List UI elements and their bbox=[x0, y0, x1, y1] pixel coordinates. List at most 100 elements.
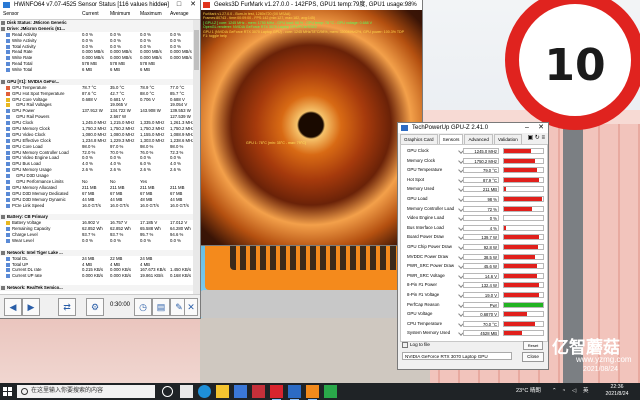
file-explorer-icon[interactable] bbox=[216, 385, 229, 398]
sensor-label: Memory Used bbox=[407, 186, 435, 192]
network-icon[interactable]: ⇄ bbox=[58, 298, 76, 316]
sensor-graph bbox=[503, 244, 544, 250]
report-icon[interactable]: ▤ bbox=[152, 298, 170, 316]
minimize-icon[interactable]: – bbox=[158, 0, 172, 10]
gpuz-sensor-row[interactable]: PerfCap Reason Pwr bbox=[403, 301, 545, 309]
menu-icon[interactable]: ≡ bbox=[541, 135, 545, 141]
sensor-icon bbox=[6, 156, 10, 161]
furmark-info-line: GPU 1 (NVIDIA GeForce RTX 3070 Laptop GP… bbox=[203, 29, 405, 34]
hwinfo-taskbar-icon[interactable] bbox=[270, 385, 283, 400]
close-sensors-icon[interactable]: ✕ bbox=[184, 298, 198, 316]
gpuz-sensor-row[interactable]: CPU Temperature 70.0 °C bbox=[403, 320, 545, 328]
tab-advanced[interactable]: Advanced bbox=[464, 134, 493, 144]
close-button[interactable]: Close bbox=[522, 352, 544, 362]
gpuz-sensor-row[interactable]: Memory Used 211 MB bbox=[403, 185, 545, 193]
reset-button[interactable]: Reset bbox=[523, 341, 543, 350]
sensor-graph bbox=[503, 330, 544, 337]
scrollbar-thumb[interactable] bbox=[194, 30, 199, 70]
sensor-label: Memory Controller Load bbox=[407, 205, 455, 211]
gpuz-sensor-row[interactable]: PWR_SRC Voltage 14.6 V bbox=[403, 272, 545, 280]
weather-widget[interactable]: 23°C 晴朗 bbox=[516, 383, 541, 400]
furmark-titlebar[interactable]: Geeks3D FurMark v1.27.0.0 - 142FPS, GPU1… bbox=[200, 0, 422, 10]
hwinfo-sensor-list[interactable]: Disk Status: JMicron Generic Drive: JMicr… bbox=[0, 20, 193, 294]
col-sensor[interactable]: Sensor bbox=[3, 10, 19, 19]
gpuz-sensor-row[interactable]: Video Engine Load 0 % bbox=[403, 214, 545, 222]
hwinfo-titlebar[interactable]: HWiNFO64 v7.07-4525 Sensor Status [116 v… bbox=[0, 0, 200, 10]
sensor-graph bbox=[503, 272, 544, 279]
hwinfo-window[interactable]: HWiNFO64 v7.07-4525 Sensor Status [116 v… bbox=[0, 0, 200, 318]
col-minimum[interactable]: Minimum bbox=[110, 10, 130, 19]
sensor-label: PWR_SRC Voltage bbox=[407, 272, 445, 278]
tab-validation[interactable]: Validation bbox=[493, 134, 522, 144]
tray-chevron-icon[interactable]: ⌃ bbox=[552, 383, 557, 400]
volume-icon[interactable]: ◁ bbox=[572, 383, 576, 400]
edge-icon[interactable] bbox=[198, 385, 211, 398]
taskbar-clock[interactable]: 22:36 2021/8/24 bbox=[596, 384, 638, 398]
close-icon[interactable]: ✕ bbox=[534, 123, 548, 133]
mail-icon[interactable] bbox=[252, 385, 265, 398]
gpuz-app-icon bbox=[401, 125, 408, 131]
log-to-file-checkbox[interactable]: Log to file bbox=[402, 342, 430, 348]
sensor-value: 1750.2 MHz bbox=[463, 157, 499, 164]
wifi-icon[interactable]: ◔ bbox=[562, 383, 565, 400]
gpuz-sensor-row[interactable]: MVDDC Power Draw 38.5 W bbox=[403, 253, 545, 261]
minimize-icon[interactable]: – bbox=[520, 123, 534, 133]
gpuz-tabs: Graphics Card Sensors Advanced Validation bbox=[400, 134, 523, 144]
gpuz-sensor-row[interactable]: PWR_SRC Power Draw 45.6 W bbox=[403, 262, 545, 270]
sensor-graph-fill bbox=[504, 254, 536, 259]
gpuz-sensor-row[interactable]: Bus Interface Load 4 % bbox=[403, 224, 545, 232]
furmark-window[interactable]: Geeks3D FurMark v1.27.0.0 - 142FPS, GPU1… bbox=[200, 0, 422, 245]
sensor-graph bbox=[503, 311, 544, 318]
col-average[interactable]: Average bbox=[170, 10, 189, 19]
close-icon[interactable]: ✕ bbox=[186, 0, 200, 10]
sensor-graph bbox=[503, 282, 544, 289]
gpuz-sensor-row[interactable]: Memory Clock 1750.2 MHz bbox=[403, 157, 545, 165]
clock-icon[interactable]: ◷ bbox=[134, 298, 152, 316]
sensor-graph-fill bbox=[504, 293, 540, 297]
store-icon[interactable] bbox=[234, 385, 247, 398]
gpuz-taskbar-icon[interactable] bbox=[288, 385, 301, 400]
maximize-icon[interactable]: □ bbox=[172, 0, 186, 10]
sensor-graph-fill bbox=[504, 302, 543, 307]
camera-icon[interactable]: ▣ bbox=[527, 135, 533, 141]
gpuz-sensor-row[interactable]: GPU Clock 1245.0 MHz bbox=[403, 147, 545, 155]
gpuz-sensor-row[interactable]: System Memory Used 4528 MB bbox=[403, 329, 545, 337]
gpu-select[interactable]: NVIDIA GeForce RTX 3070 Laptop GPU bbox=[402, 352, 512, 360]
gpuz-sensor-row[interactable]: Hot Spot 87.9 °C bbox=[403, 176, 545, 184]
furmark-taskbar-icon[interactable] bbox=[306, 385, 319, 400]
sensor-label: System Memory Used bbox=[407, 330, 451, 336]
gpuz-titlebar[interactable]: TechPowerUp GPU-Z 2.41.0 – ✕ bbox=[398, 123, 548, 133]
app-icon-green[interactable] bbox=[324, 385, 337, 398]
sensor-value: 87.9 °C bbox=[463, 176, 499, 183]
nav-back-button[interactable]: ◀ bbox=[4, 298, 22, 316]
col-current[interactable]: Current bbox=[82, 10, 99, 19]
hwinfo-scrollbar[interactable] bbox=[193, 20, 200, 294]
gpuz-sensor-row[interactable]: GPU Temperature 79.0 °C bbox=[403, 166, 545, 174]
windows-start-icon[interactable] bbox=[3, 387, 12, 396]
gpuz-sensor-row[interactable]: 8-Pin #1 Power 132.4 W bbox=[403, 281, 545, 289]
col-maximum[interactable]: Maximum bbox=[140, 10, 162, 19]
task-view-icon[interactable] bbox=[180, 385, 193, 398]
gpuz-sensor-row[interactable]: GPU Voltage 0.6870 V bbox=[403, 310, 545, 318]
ime-indicator[interactable]: 英 bbox=[583, 383, 589, 400]
gpuz-sensor-row[interactable]: GPU Chip Power Draw 92.8 W bbox=[403, 243, 545, 251]
sensor-graph bbox=[503, 157, 544, 164]
gpuz-sensor-row[interactable]: Memory Controller Load 72 % bbox=[403, 205, 545, 213]
tab-graphics-card[interactable]: Graphics Card bbox=[400, 134, 438, 144]
nav-forward-button[interactable]: ▶ bbox=[22, 298, 40, 316]
gpuz-sensor-row[interactable]: Board Power Draw 139.7 W bbox=[403, 233, 545, 241]
tab-sensors[interactable]: Sensors bbox=[438, 134, 464, 144]
settings-icon[interactable]: ⚙ bbox=[86, 298, 104, 316]
gpuz-sensor-row[interactable]: 8-Pin #1 Voltage 19.0 V bbox=[403, 291, 545, 299]
cortana-icon[interactable] bbox=[162, 386, 173, 397]
refresh-icon[interactable]: ↻ bbox=[535, 135, 540, 141]
gpuz-window[interactable]: TechPowerUp GPU-Z 2.41.0 – ✕ Graphics Ca… bbox=[398, 123, 548, 369]
taskbar-search[interactable]: 在这里输入你要搜索的内容 bbox=[17, 385, 155, 398]
gpuz-sensor-row[interactable]: GPU Load 98 % bbox=[403, 195, 545, 203]
taskbar: 在这里输入你要搜索的内容 23°C 晴朗 ⌃ ◔ ◁ 英 22:36 2021/… bbox=[0, 383, 640, 400]
sensor-label: 8-Pin #1 Power bbox=[407, 282, 438, 288]
sensor-group-row[interactable]: Network: RealTek Semico... bbox=[0, 285, 193, 291]
checkbox-icon[interactable] bbox=[402, 342, 408, 348]
sensor-icon bbox=[6, 50, 10, 55]
sensor-icon bbox=[6, 132, 10, 137]
